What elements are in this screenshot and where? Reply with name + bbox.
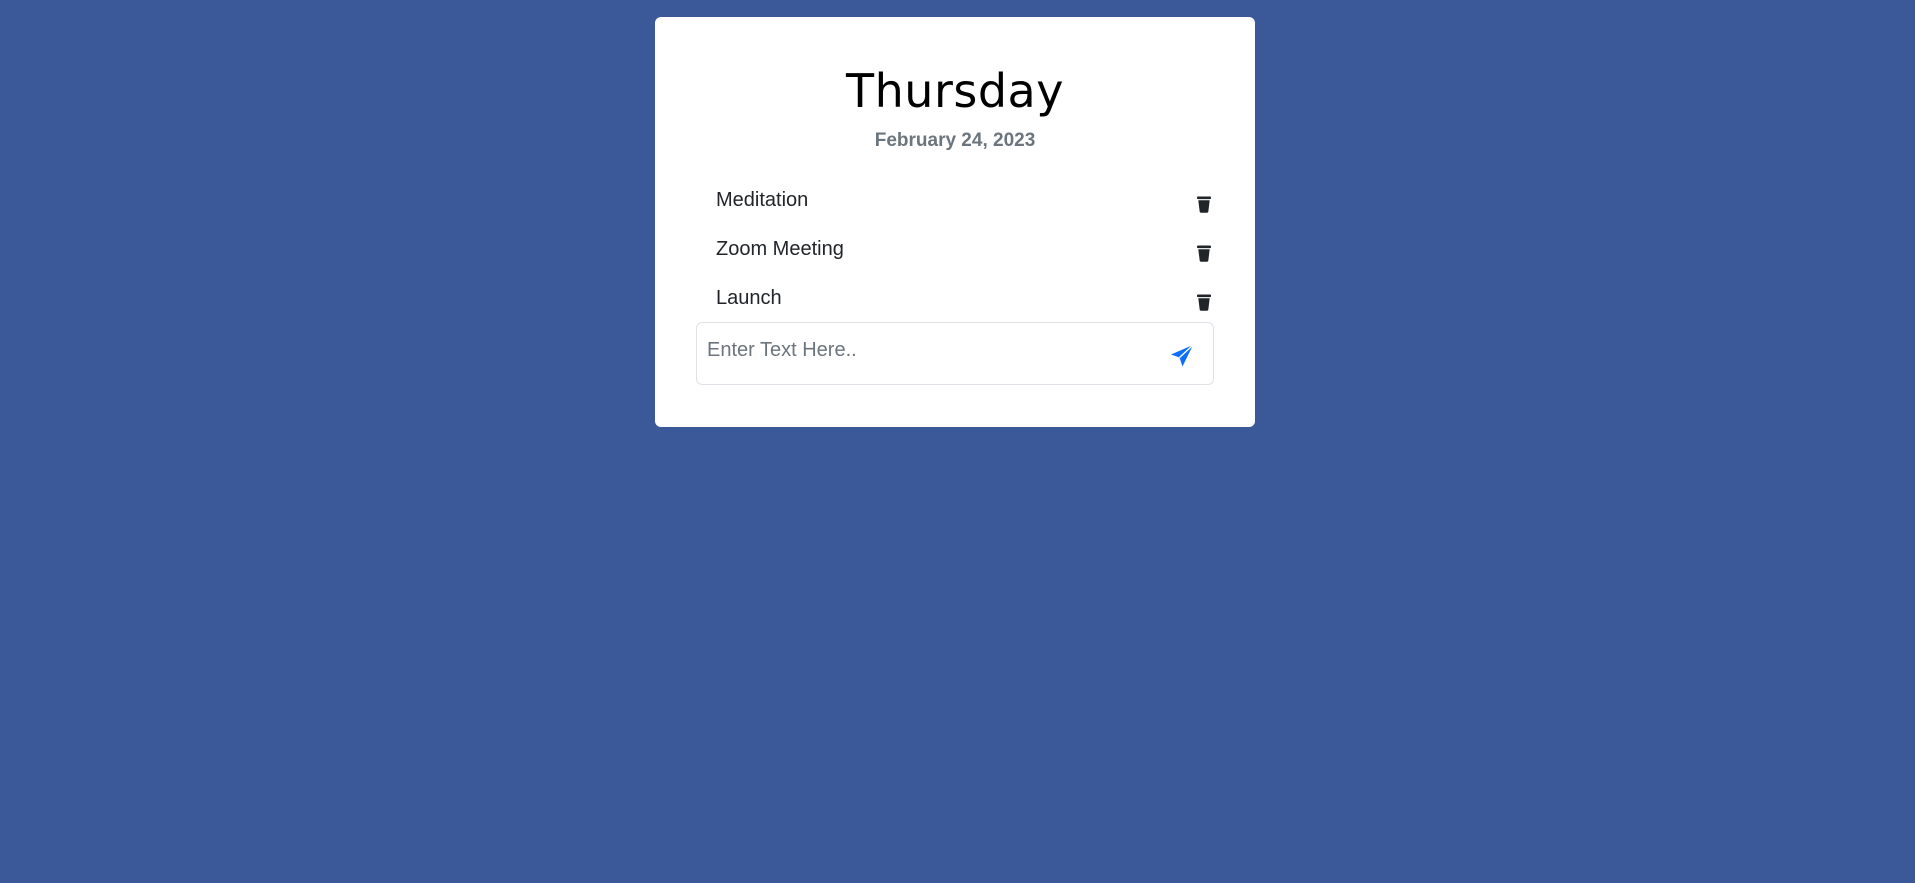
- delete-task-button[interactable]: [1193, 242, 1215, 264]
- delete-task-button[interactable]: [1193, 291, 1215, 313]
- trash-icon: [1197, 245, 1211, 262]
- task-label: Meditation: [716, 189, 809, 211]
- task-input-group: [696, 322, 1214, 385]
- task-label: Launch: [716, 287, 782, 309]
- trash-icon: [1197, 294, 1211, 311]
- day-title: Thursday: [846, 64, 1064, 118]
- date-subtitle: February 24, 2023: [874, 130, 1036, 151]
- trash-icon: [1197, 196, 1211, 213]
- task-item: Launch: [716, 277, 1215, 326]
- todo-card: Thursday February 24, 2023 Meditation Zo…: [655, 17, 1255, 427]
- paper-plane-icon: [1171, 344, 1194, 367]
- add-task-button[interactable]: [1169, 343, 1195, 369]
- task-label: Zoom Meeting: [716, 238, 844, 260]
- task-item: Meditation: [716, 179, 1215, 228]
- delete-task-button[interactable]: [1193, 193, 1215, 215]
- task-text-input[interactable]: [707, 335, 1127, 365]
- task-list: Meditation Zoom Meeting Launch: [716, 179, 1215, 326]
- task-item: Zoom Meeting: [716, 228, 1215, 277]
